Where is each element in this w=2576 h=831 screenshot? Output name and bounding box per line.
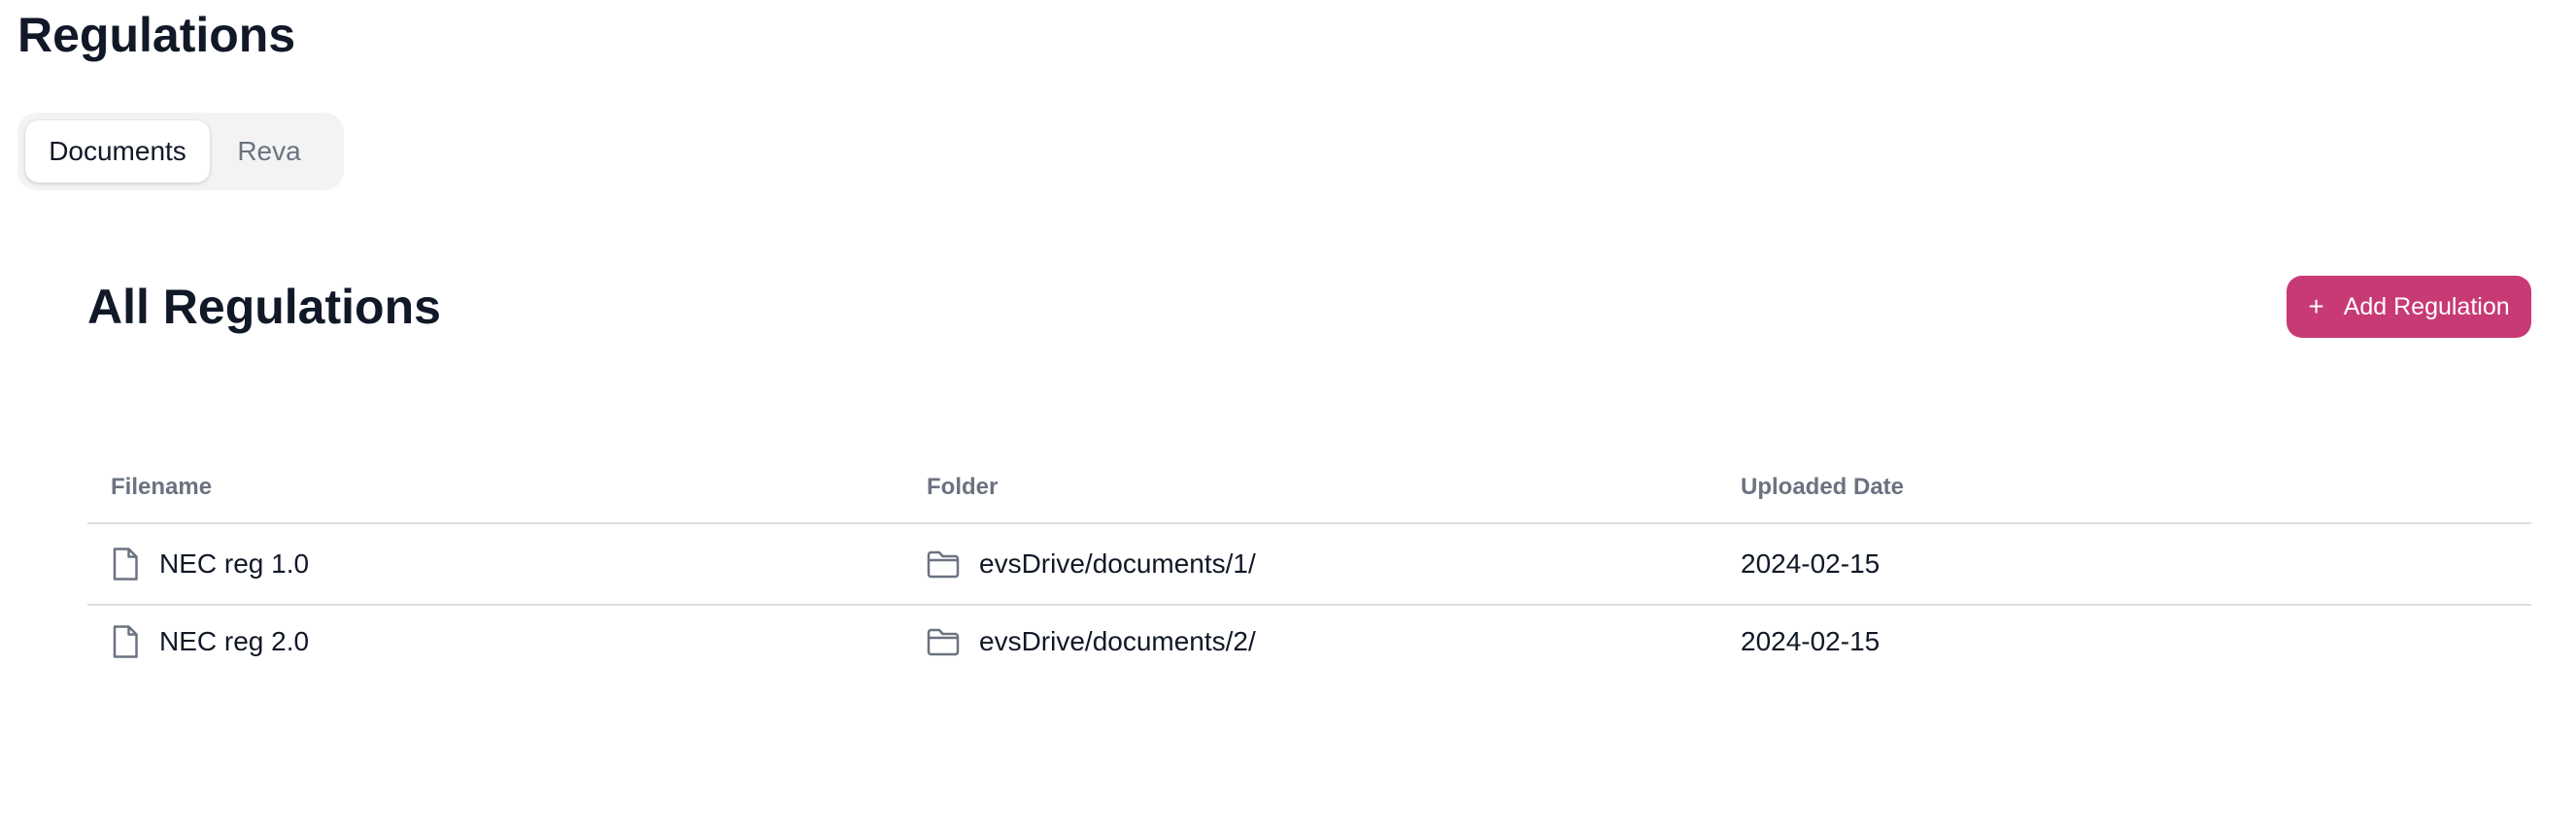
uploaded-date-cell: 2024-02-15: [1741, 548, 1881, 579]
file-icon: [111, 624, 140, 659]
plus-icon: +: [2308, 291, 2324, 321]
table-row[interactable]: NEC reg 2.0 evsDrive/documents/2/ 2024-0…: [87, 606, 2531, 678]
column-header-filename: Filename: [111, 474, 213, 500]
tab-documents[interactable]: Documents: [25, 120, 210, 183]
filename-text: NEC reg 2.0: [159, 626, 310, 656]
filename-cell: NEC reg 2.0: [87, 624, 903, 659]
table-header-row: Filename Folder Uploaded Date: [87, 452, 2531, 524]
folder-text: evsDrive/documents/1/: [979, 548, 1256, 579]
filename-cell: NEC reg 1.0: [87, 547, 903, 582]
regulations-table: Filename Folder Uploaded Date NEC reg 1.…: [87, 452, 2531, 678]
folder-icon: [927, 549, 960, 579]
folder-text: evsDrive/documents/2/: [979, 626, 1256, 656]
tab-list: Documents Reva: [17, 113, 344, 190]
uploaded-date-cell: 2024-02-15: [1741, 626, 1881, 656]
folder-cell: evsDrive/documents/1/: [903, 548, 1717, 580]
section-title: All Regulations: [87, 280, 441, 334]
filename-text: NEC reg 1.0: [159, 548, 310, 579]
add-regulation-button[interactable]: + Add Regulation: [2287, 276, 2531, 338]
column-header-uploaded-date: Uploaded Date: [1741, 474, 1905, 500]
add-regulation-label: Add Regulation: [2343, 292, 2510, 320]
file-icon: [111, 547, 140, 582]
table-row[interactable]: NEC reg 1.0 evsDrive/documents/1/ 2024-0…: [87, 524, 2531, 606]
page-title: Regulations: [17, 8, 296, 62]
folder-cell: evsDrive/documents/2/: [903, 626, 1717, 657]
column-header-folder: Folder: [927, 474, 999, 500]
folder-icon: [927, 627, 960, 656]
tab-reva[interactable]: Reva: [218, 120, 321, 183]
